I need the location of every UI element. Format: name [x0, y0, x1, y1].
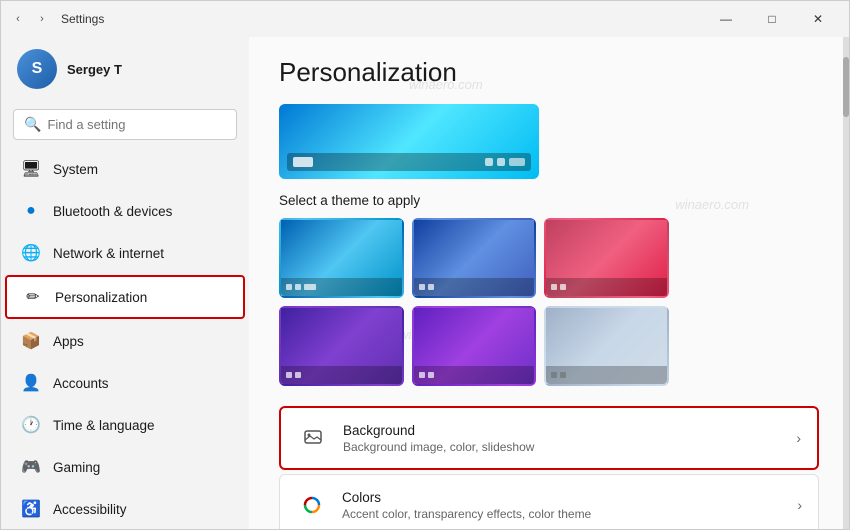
- sidebar-item-label-time: Time & language: [53, 418, 155, 433]
- colors-text: Colors Accent color, transparency effect…: [342, 490, 797, 521]
- search-icon: 🔍: [24, 116, 41, 133]
- time-icon: 🕐: [21, 415, 41, 435]
- title-bar: ‹ › Settings — □ ✕: [1, 1, 849, 37]
- theme-preview: [279, 104, 539, 179]
- colors-desc: Accent color, transparency effects, colo…: [342, 507, 797, 521]
- system-icon: 🖥: [21, 159, 41, 179]
- background-desc: Background image, color, slideshow: [343, 440, 796, 454]
- background-icon: [297, 422, 329, 454]
- sidebar-item-time[interactable]: 🕐 Time & language: [5, 405, 245, 445]
- taskbar-dot-3: [509, 158, 525, 166]
- settings-item-colors[interactable]: Colors Accent color, transparency effect…: [279, 474, 819, 529]
- background-title: Background: [343, 423, 796, 438]
- content-area: S Sergey T 🔍 🖥 System ● Bluetooth & devi…: [1, 37, 849, 529]
- sidebar-item-network[interactable]: 🌐 Network & internet: [5, 233, 245, 273]
- theme-tile-2[interactable]: [412, 218, 537, 298]
- main-content: winaero.com winaero.com winaero.com Pers…: [249, 37, 849, 529]
- maximize-button[interactable]: □: [749, 1, 795, 37]
- sidebar-item-label-system: System: [53, 162, 98, 177]
- sidebar-item-personalization[interactable]: ✏ Personalization: [5, 275, 245, 319]
- tile-bar-2: [414, 278, 535, 296]
- theme-tile-6[interactable]: [544, 306, 669, 386]
- background-chevron: ›: [796, 430, 801, 446]
- scrollbar[interactable]: [843, 37, 849, 529]
- search-box[interactable]: 🔍: [13, 109, 237, 140]
- taskbar-start: [293, 157, 313, 167]
- tile-bar-3: [546, 278, 667, 296]
- tile-bar-1: [281, 278, 402, 296]
- sidebar-item-accessibility[interactable]: ♿ Accessibility: [5, 489, 245, 529]
- sidebar-item-label-personalization: Personalization: [55, 290, 147, 305]
- user-section[interactable]: S Sergey T: [1, 37, 249, 101]
- themes-grid: [279, 218, 669, 386]
- sidebar-item-label-accounts: Accounts: [53, 376, 109, 391]
- bluetooth-icon: ●: [21, 201, 41, 221]
- title-bar-left: ‹ › Settings: [9, 10, 104, 28]
- page-title: Personalization: [279, 57, 819, 88]
- apps-icon: 📦: [21, 331, 41, 351]
- sidebar: S Sergey T 🔍 🖥 System ● Bluetooth & devi…: [1, 37, 249, 529]
- theme-tile-4[interactable]: [279, 306, 404, 386]
- sidebar-item-label-accessibility: Accessibility: [53, 502, 127, 517]
- sidebar-item-label-apps: Apps: [53, 334, 84, 349]
- theme-preview-taskbar: [287, 153, 531, 171]
- sidebar-item-label-bluetooth: Bluetooth & devices: [53, 204, 172, 219]
- close-button[interactable]: ✕: [795, 1, 841, 37]
- background-text: Background Background image, color, slid…: [343, 423, 796, 454]
- user-name: Sergey T: [67, 62, 122, 77]
- window-controls: — □ ✕: [703, 1, 841, 37]
- sidebar-item-system[interactable]: 🖥 System: [5, 149, 245, 189]
- sidebar-item-label-network: Network & internet: [53, 246, 164, 261]
- theme-tile-5[interactable]: [412, 306, 537, 386]
- colors-icon: [296, 489, 328, 521]
- window-title: Settings: [61, 12, 104, 26]
- minimize-button[interactable]: —: [703, 1, 749, 37]
- settings-item-background[interactable]: Background Background image, color, slid…: [279, 406, 819, 470]
- taskbar-dot-2: [497, 158, 505, 166]
- avatar: S: [17, 49, 57, 89]
- settings-window: ‹ › Settings — □ ✕ S Sergey T 🔍 🖥: [0, 0, 850, 530]
- sidebar-item-gaming[interactable]: 🎮 Gaming: [5, 447, 245, 487]
- colors-chevron: ›: [797, 497, 802, 513]
- search-input[interactable]: [47, 117, 226, 132]
- sidebar-item-label-gaming: Gaming: [53, 460, 100, 475]
- colors-title: Colors: [342, 490, 797, 505]
- taskbar-dot-1: [485, 158, 493, 166]
- network-icon: 🌐: [21, 243, 41, 263]
- sidebar-item-bluetooth[interactable]: ● Bluetooth & devices: [5, 191, 245, 231]
- back-button[interactable]: ‹: [9, 10, 27, 28]
- theme-tile-1[interactable]: [279, 218, 404, 298]
- sidebar-item-apps[interactable]: 📦 Apps: [5, 321, 245, 361]
- accessibility-icon: ♿: [21, 499, 41, 519]
- scrollbar-thumb[interactable]: [843, 57, 849, 117]
- theme-section-label: Select a theme to apply: [279, 193, 819, 208]
- sidebar-item-accounts[interactable]: 👤 Accounts: [5, 363, 245, 403]
- personalization-icon: ✏: [23, 287, 43, 307]
- theme-tile-3[interactable]: [544, 218, 669, 298]
- tile-bar-5: [414, 366, 535, 384]
- accounts-icon: 👤: [21, 373, 41, 393]
- gaming-icon: 🎮: [21, 457, 41, 477]
- forward-button[interactable]: ›: [33, 10, 51, 28]
- tile-bar-6: [546, 366, 667, 384]
- tile-bar-4: [281, 366, 402, 384]
